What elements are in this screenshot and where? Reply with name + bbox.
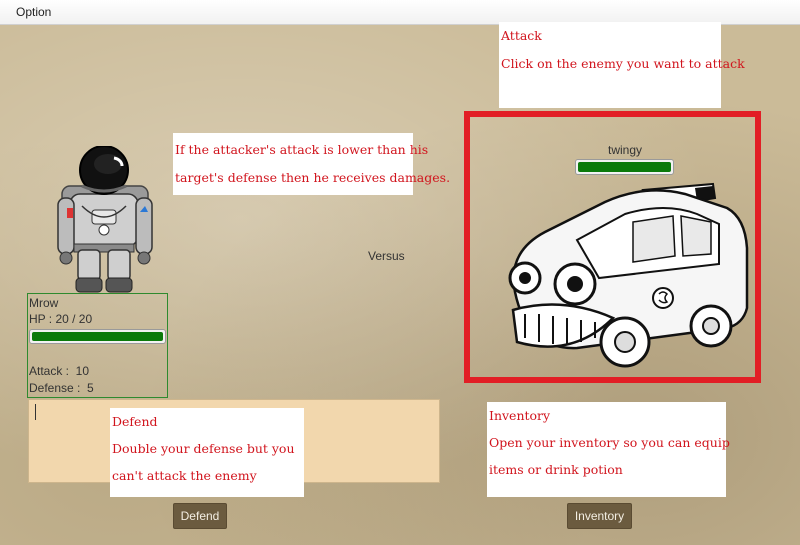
- defend-tooltip-line-2: can't attack the enemy: [112, 468, 257, 483]
- defend-button[interactable]: Defend: [173, 503, 227, 529]
- attack-tooltip-text: Click on the enemy you want to attack: [501, 56, 745, 71]
- inventory-tooltip-line-1: Open your inventory so you can equip: [489, 435, 730, 450]
- damage-rule-tooltip: If the attacker's attack is lower than h…: [173, 133, 451, 195]
- defend-tooltip-title: Defend: [112, 414, 158, 429]
- attack-tooltip: Attack Click on the enemy you want to at…: [499, 22, 745, 108]
- player-hp-text: HP : 20 / 20: [29, 312, 93, 326]
- player-name: Mrow: [29, 296, 59, 310]
- player-attack-stat: Attack : 10: [29, 364, 90, 378]
- player-hp-fill: [32, 332, 163, 341]
- inventory-tooltip: Inventory Open your inventory so you can…: [487, 402, 730, 497]
- player-stats-panel: Mrow HP : 20 / 20 Attack : 10 Defense : …: [27, 293, 168, 398]
- defend-tooltip-line-1: Double your defense but you: [112, 441, 295, 456]
- versus-label: Versus: [368, 249, 405, 263]
- damage-rule-line-2: target's defense then he receives damage…: [175, 170, 451, 185]
- inventory-tooltip-title: Inventory: [489, 408, 551, 423]
- text-caret: [35, 404, 36, 420]
- player-hp-bar: [29, 329, 166, 344]
- attack-tooltip-title: Attack: [501, 28, 542, 43]
- player-defense-stat: Defense : 5: [29, 381, 94, 395]
- damage-rule-line-1: If the attacker's attack is lower than h…: [175, 142, 429, 157]
- enemy-hp-bar: [575, 159, 674, 175]
- enemy-monster-car-sprite[interactable]: [495, 182, 750, 372]
- inventory-button[interactable]: Inventory: [567, 503, 632, 529]
- inventory-tooltip-line-2: items or drink potion: [489, 462, 623, 477]
- player-astronaut-sprite: [57, 146, 153, 293]
- enemy-name: twingy: [607, 143, 642, 157]
- defend-tooltip: Defend Double your defense but you can't…: [110, 408, 304, 497]
- enemy-hp-fill: [578, 162, 671, 172]
- menu-option[interactable]: Option: [16, 5, 51, 19]
